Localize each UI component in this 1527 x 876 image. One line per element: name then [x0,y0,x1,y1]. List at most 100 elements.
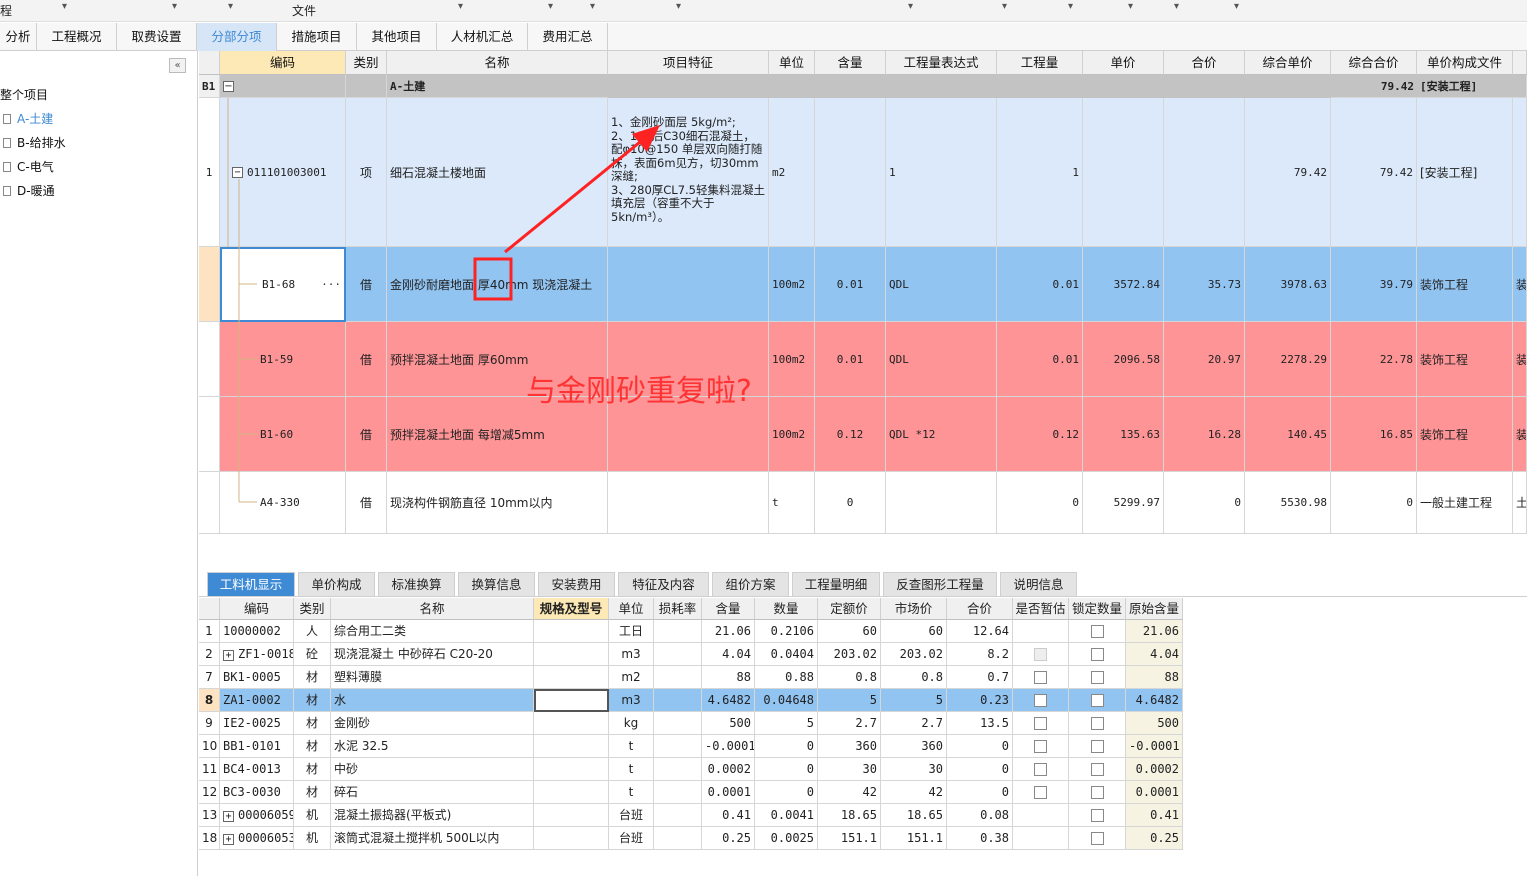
chevron-down-icon[interactable]: ▾ [676,1,681,12]
menu-file[interactable]: 文件 [292,2,316,19]
grid-header-type[interactable]: 类别 [346,51,387,75]
checkbox[interactable] [1090,625,1104,638]
grid-header-quantity[interactable]: 工程量 [997,51,1083,75]
table-row-duplicate[interactable]: B1-60 借 预拌混凝土地面 每增减5mm 100m2 0.12 QDL *1… [199,397,1527,472]
checkbox[interactable] [1034,786,1047,799]
lgrid-header-estimate[interactable]: 是否暂估 [1013,598,1069,620]
row-content[interactable]: 0.01 [815,322,886,397]
spec-cell[interactable] [534,735,609,758]
row-content[interactable]: 0.01 [815,247,886,322]
tab-pricing-scheme[interactable]: 组价方案 [712,572,789,596]
grid-header-comp-total[interactable]: 综合合价 [1331,51,1417,75]
checkbox[interactable] [1034,671,1047,684]
tab-overview[interactable]: 工程概况 [37,23,117,51]
chevron-down-icon[interactable]: ▾ [1128,1,1133,12]
chevron-down-icon[interactable]: ▾ [1068,1,1073,12]
lgrid-header-orig[interactable]: 原始含量 [1126,598,1183,620]
row-name[interactable]: 现浇构件钢筋直径 10mm以内 [387,472,608,534]
table-row[interactable]: 13 +00006059 机混凝土振捣器(平板式) 台班 0.41 0.0041 18.65… [199,804,1183,827]
tree-item-civil[interactable]: A-土建 [3,110,53,127]
lgrid-header-market[interactable]: 市场价 [881,598,947,620]
checkbox[interactable] [1090,671,1104,684]
tab-cost-summary[interactable]: 费用汇总 [528,23,608,51]
table-row[interactable]: A4-330 借 现浇构件钢筋直径 10mm以内 t 0 0 5299.97 0… [199,472,1527,534]
lgrid-header-type[interactable]: 类别 [294,598,331,620]
collapse-minus-icon[interactable]: − [223,80,234,92]
table-row-selected[interactable]: 8 ZA1-0002 材水 m3 4.6482 0.04648 5 5 0.23 4.6482 [199,689,1183,712]
checkbox[interactable] [1090,648,1104,661]
lgrid-header-quota[interactable]: 定额价 [818,598,881,620]
lgrid-header-name[interactable]: 名称 [331,598,534,620]
grid-header-feature[interactable]: 项目特征 [608,51,769,75]
lgrid-header-lock[interactable]: 锁定数量 [1069,598,1126,620]
lgrid-header-qty[interactable]: 数量 [755,598,818,620]
item-name[interactable]: 细石混凝土楼地面 [387,98,608,247]
tab-reverse-lookup[interactable]: 反查图形工程量 [883,572,997,596]
table-row[interactable]: 11 BC4-0013 材中砂 t 0.0002 0 30 30 0 0.0002 [199,758,1183,781]
tab-analysis[interactable]: 分析 [0,23,37,51]
tab-fee-settings[interactable]: 取费设置 [117,23,197,51]
checkbox[interactable] [1090,717,1104,730]
tab-quantity-detail[interactable]: 工程量明细 [792,572,880,596]
grid-header-unit-price[interactable]: 单价 [1083,51,1164,75]
lgrid-header-code[interactable]: 编码 [220,598,294,620]
row-name[interactable]: 金刚砂耐磨地面 厚40mm 现浇混凝土 [387,247,608,322]
tree-item-electrical[interactable]: C-电气 [3,158,54,175]
tab-notes[interactable]: 说明信息 [1000,572,1077,596]
grid-header-price-file[interactable]: 单价构成文件 [1417,51,1513,75]
spec-cell[interactable] [534,643,609,666]
checkbox[interactable] [1090,740,1104,753]
table-row[interactable]: 12 BC3-0030 材碎石 t 0.0001 0 42 42 0 0.0001 [199,781,1183,804]
table-row-item[interactable]: 1 −011101003001 项 细石混凝土楼地面 1、金刚砂面层 5kg/m… [199,98,1527,247]
tab-measures[interactable]: 措施项目 [277,23,357,51]
grid-header-unit[interactable]: 单位 [769,51,815,75]
expand-plus-icon[interactable]: + [223,811,234,822]
chevron-down-icon[interactable]: ▾ [228,1,233,12]
lgrid-header-unit[interactable]: 单位 [609,598,654,620]
row-expression[interactable]: QDL [886,322,997,397]
grid-header-expression[interactable]: 工程量表达式 [886,51,997,75]
spec-cell[interactable] [534,620,609,643]
table-row-duplicate[interactable]: B1-59 借 预拌混凝土地面 厚60mm 100m2 0.01 QDL 0.0… [199,322,1527,397]
chevron-down-icon[interactable]: ▾ [1174,1,1179,12]
row-expression[interactable]: QDL [886,247,997,322]
chevron-down-icon[interactable]: ▾ [590,1,595,12]
row-code[interactable]: A4-330 [220,472,346,534]
lgrid-header-spec[interactable]: 规格及型号 [534,598,609,620]
spec-cell[interactable] [534,689,609,712]
tree-item-plumbing[interactable]: B-给排水 [3,134,66,151]
spec-cell[interactable] [534,804,609,827]
grid-header-content[interactable]: 含量 [815,51,886,75]
chevron-down-icon[interactable]: ▾ [1234,1,1239,12]
spec-cell[interactable] [534,827,609,850]
spec-cell[interactable] [534,758,609,781]
tree-root[interactable]: 整个项目 [0,86,48,103]
menu-fragment[interactable]: 程 [0,2,12,19]
checkbox[interactable] [1034,763,1047,776]
tab-other-items[interactable]: 其他项目 [357,23,437,51]
more-icon[interactable]: ··· [321,278,341,291]
chevron-down-icon[interactable]: ▾ [62,1,67,12]
tab-resources-summary[interactable]: 人材机汇总 [437,23,528,51]
chevron-down-icon[interactable]: ▾ [908,1,913,12]
checkbox[interactable] [1090,763,1104,776]
tab-sub-items[interactable]: 分部分项 [197,23,277,51]
row-content[interactable]: 0.12 [815,397,886,472]
row-content[interactable]: 0 [815,472,886,534]
expand-plus-icon[interactable]: + [223,650,234,661]
table-row[interactable]: 9 IE2-0025 材金刚砂 kg 500 5 2.7 2.7 13.5 500 [199,712,1183,735]
tab-features-content[interactable]: 特征及内容 [618,572,709,596]
tab-install-fee[interactable]: 安装费用 [538,572,615,596]
chevron-down-icon[interactable]: ▾ [458,1,463,12]
table-row[interactable]: 1 10000002 人综合用工二类 工日 21.06 0.2106 60 60 12.64 21… [199,620,1183,643]
table-row-group[interactable]: B1 − A-土建 79.42 [安装工程] [199,75,1527,98]
checkbox[interactable] [1090,809,1104,822]
grid-header-comp-price[interactable]: 综合单价 [1245,51,1331,75]
checkbox[interactable] [1090,832,1104,845]
row-expression[interactable] [886,472,997,534]
collapse-minus-icon[interactable]: − [232,166,243,178]
row-code[interactable]: B1-59 [220,322,346,397]
row-expression[interactable]: QDL *12 [886,397,997,472]
chevron-down-icon[interactable]: ▾ [1002,1,1007,12]
tab-conversion-info[interactable]: 换算信息 [458,572,535,596]
